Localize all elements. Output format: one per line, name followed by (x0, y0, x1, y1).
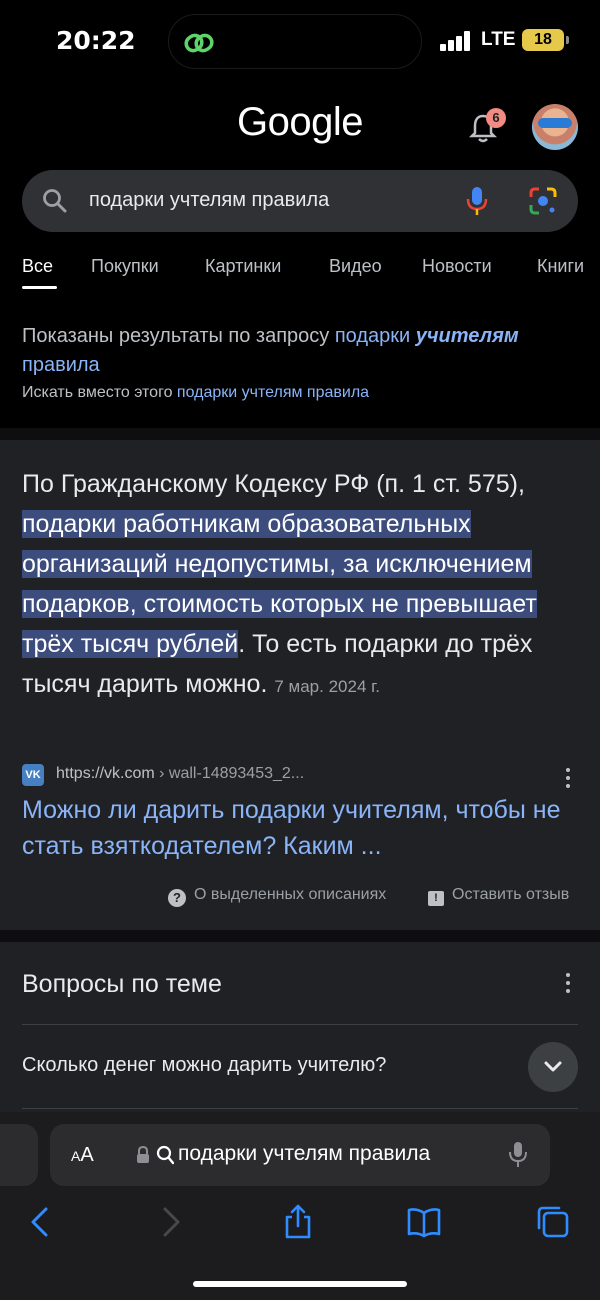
source-url[interactable]: https://vk.com › wall-14893453_2... (56, 765, 304, 783)
search-tabs: Все Покупки Картинки Видео Новости Книги (22, 256, 600, 296)
feedback-icon: ! (428, 891, 444, 906)
status-bar: 20:22 LTE 18 (0, 0, 600, 84)
snippet-text: По Гражданскому Кодексу РФ (п. 1 ст. 575… (22, 470, 537, 698)
search-box[interactable]: подарки учтелям правила (22, 170, 578, 232)
tab-all[interactable]: Все (22, 256, 53, 277)
dynamic-island (168, 14, 422, 69)
back-icon[interactable] (22, 1204, 58, 1240)
search-icon (43, 189, 67, 213)
share-icon[interactable] (280, 1204, 316, 1240)
notification-badge: 6 (486, 108, 506, 128)
kebab-icon[interactable] (565, 767, 571, 789)
battery-icon: 18 (522, 29, 569, 51)
help-icon: ? (168, 889, 186, 907)
cellular-signal-icon (440, 31, 472, 51)
mic-icon[interactable] (508, 1140, 528, 1170)
previous-tab-preview[interactable] (0, 1124, 38, 1186)
home-indicator (193, 1281, 407, 1287)
browser-toolbar: AA подарки учтелям правила (0, 1112, 600, 1300)
tabs-icon[interactable] (535, 1204, 571, 1240)
active-tab-indicator (22, 286, 57, 289)
feedback-link[interactable]: ! Оставить отзыв (428, 886, 569, 908)
snippet-date: 7 мар. 2024 г. (274, 677, 380, 696)
alt-prefix: Искать вместо этого (22, 384, 177, 401)
original-query-suggestion: Искать вместо этого подарки учтелям прав… (22, 384, 369, 402)
question-item[interactable]: Сколько денег можно дарить учителю? (22, 1054, 386, 1077)
about-snippets-link[interactable]: ? О выделенных описаниях (168, 886, 386, 908)
tab-images[interactable]: Картинки (205, 256, 281, 277)
status-time: 20:22 (56, 26, 136, 55)
lock-icon (137, 1146, 149, 1163)
forward-icon[interactable] (153, 1204, 189, 1240)
expand-question-button[interactable] (528, 1042, 578, 1092)
link-activity-icon (184, 33, 214, 53)
tab-shopping[interactable]: Покупки (91, 256, 159, 277)
reader-options-button[interactable]: AA (71, 1144, 94, 1167)
result-title-link[interactable]: Можно ли дарить подарки учителям, чтобы … (22, 792, 562, 864)
spelling-correction: Показаны результаты по запросу подарки у… (22, 322, 578, 380)
search-icon (156, 1145, 174, 1165)
bookmarks-icon[interactable] (406, 1204, 442, 1240)
address-text[interactable]: подарки учтелям правила (178, 1142, 430, 1166)
kebab-icon[interactable] (565, 972, 571, 994)
original-query-link[interactable]: подарки учтелям правила (177, 384, 369, 401)
address-bar[interactable]: AA подарки учтелям правила (50, 1124, 550, 1186)
avatar[interactable] (532, 104, 578, 150)
divider (22, 1024, 578, 1025)
chevron-down-icon (544, 1061, 562, 1072)
google-logo[interactable]: Google (0, 100, 600, 145)
lens-icon[interactable] (528, 186, 558, 216)
tab-news[interactable]: Новости (422, 256, 492, 277)
section-divider (0, 428, 600, 440)
divider (22, 1108, 578, 1109)
section-divider (0, 930, 600, 942)
mic-icon[interactable] (466, 186, 488, 216)
search-input[interactable]: подарки учтелям правила (89, 189, 329, 212)
related-questions-title: Вопросы по теме (22, 970, 222, 998)
correction-prefix: Показаны результаты по запросу (22, 325, 335, 347)
network-type: LTE (481, 29, 516, 50)
related-questions: Вопросы по теме Сколько денег можно дари… (0, 942, 600, 1122)
tab-videos[interactable]: Видео (329, 256, 382, 277)
vk-icon: VK (22, 764, 44, 786)
featured-snippet-card: По Гражданскому Кодексу РФ (п. 1 ст. 575… (0, 440, 600, 930)
tab-books[interactable]: Книги (537, 256, 584, 277)
result-source[interactable]: VK https://vk.com › wall-14893453_2... (22, 764, 582, 788)
